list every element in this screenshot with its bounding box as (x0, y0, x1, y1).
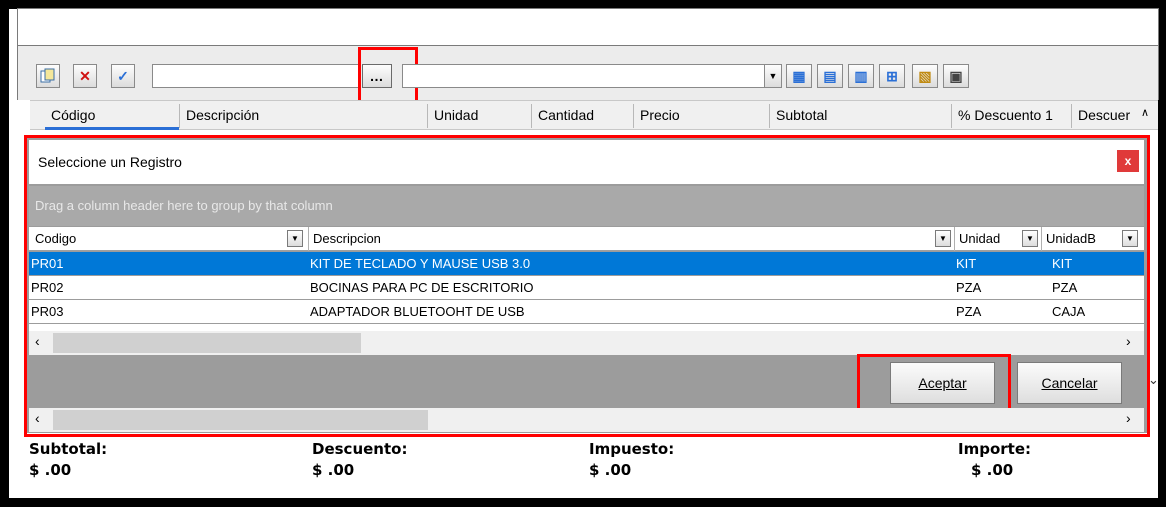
chevron-down-icon[interactable]: ▼ (764, 64, 782, 88)
copy-button[interactable] (36, 64, 60, 88)
image-icon: ▧ (918, 67, 932, 84)
copy-icon (40, 68, 55, 83)
grid-table-button[interactable]: ▥ (848, 64, 874, 88)
grid-append-button[interactable]: ⊞ (879, 64, 905, 88)
col-descripcion[interactable]: Descripción (179, 104, 427, 128)
col-subtotal[interactable]: Subtotal (769, 104, 951, 128)
selector-combo[interactable] (402, 64, 767, 88)
grid-row-icon: ▤ (823, 67, 837, 84)
subtotal-label: Subtotal: (29, 440, 108, 458)
grid-insert-button[interactable]: ▦ (786, 64, 812, 88)
tax-label: Impuesto: (589, 440, 675, 458)
col-precio[interactable]: Precio (633, 104, 769, 128)
subtotal-value: $ .00 (29, 461, 72, 479)
grid-icon: ▦ (792, 67, 806, 84)
col-active-indicator (45, 127, 179, 130)
document-icon: ▣ (949, 67, 963, 84)
col-descuento1[interactable]: % Descuento 1 (951, 104, 1071, 128)
table-icon: ▥ (854, 67, 868, 84)
tax-value: $ .00 (589, 461, 632, 479)
close-x-icon: ✕ (79, 67, 91, 84)
confirm-button[interactable]: ✓ (111, 64, 135, 88)
delete-button[interactable]: ✕ (73, 64, 97, 88)
discount-value: $ .00 (312, 461, 355, 479)
print-button[interactable]: ▣ (943, 64, 969, 88)
check-icon: ✓ (117, 67, 129, 84)
amount-value: $ .00 (971, 461, 1014, 479)
grid-append-icon: ⊞ (886, 67, 898, 84)
export-button[interactable]: ▧ (912, 64, 938, 88)
discount-label: Descuento: (312, 440, 408, 458)
header-input-area[interactable] (17, 8, 1159, 46)
grid-row-button[interactable]: ▤ (817, 64, 843, 88)
amount-label: Importe: (958, 440, 1031, 458)
scroll-up-icon[interactable]: ∧ (1141, 106, 1149, 119)
search-field[interactable] (152, 64, 360, 88)
col-unidad[interactable]: Unidad (427, 104, 531, 128)
col-descuento2[interactable]: Descuer (1071, 104, 1141, 128)
col-cantidad[interactable]: Cantidad (531, 104, 633, 128)
highlight-box-dialog (24, 135, 1150, 437)
col-codigo[interactable]: Código (45, 104, 179, 128)
